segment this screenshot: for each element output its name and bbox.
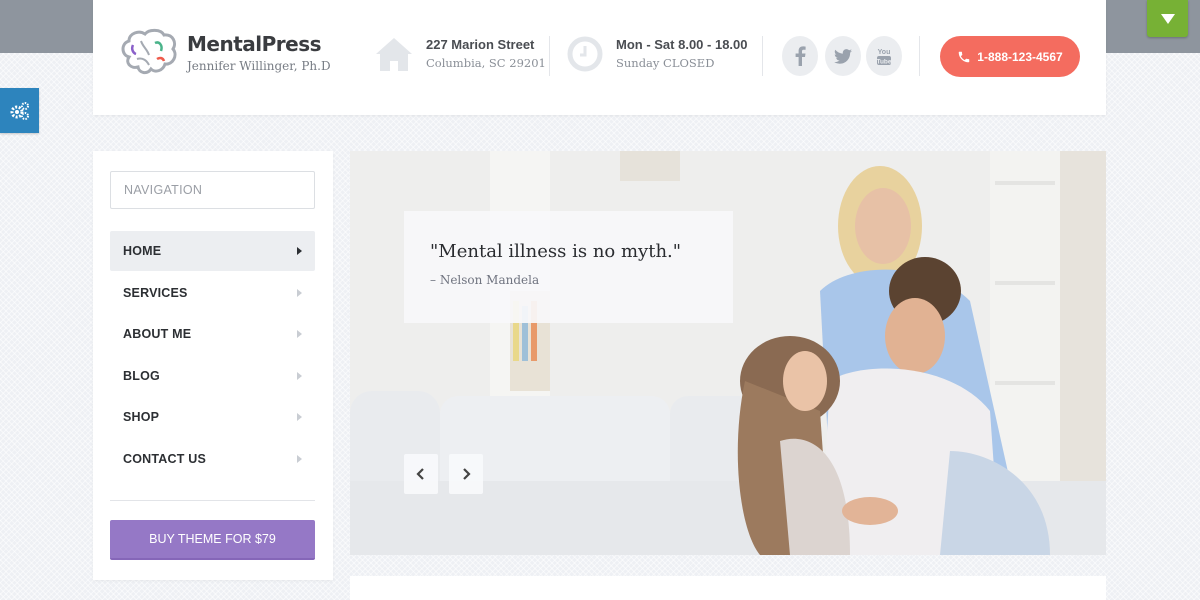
buy-theme-button[interactable]: BUY THEME FOR $79 (110, 520, 315, 560)
quote-caption: "Mental illness is no myth." – Nelson Ma… (404, 211, 733, 323)
youtube-icon: You Tube (876, 49, 891, 66)
nav-item-home[interactable]: HOME (110, 231, 315, 271)
logo-subtitle: Jennifer Willinger, Ph.D (187, 59, 331, 73)
facebook-icon (795, 46, 806, 66)
home-icon (376, 38, 412, 71)
caret-right-icon (297, 413, 302, 421)
style-switcher-button[interactable] (0, 88, 39, 133)
sidebar-divider (110, 500, 315, 501)
address-line1: 227 Marion Street (426, 37, 535, 52)
address-line2: Columbia, SC 29201 (426, 56, 546, 70)
quote-author: – Nelson Mandela (430, 273, 540, 287)
hours-block: Mon - Sat 8.00 - 18.00 Sunday CLOSED (567, 36, 748, 72)
nav-item-shop[interactable]: SHOP (110, 397, 315, 437)
nav-item-label: SERVICES (123, 285, 188, 300)
hours-line1: Mon - Sat 8.00 - 18.00 (616, 37, 748, 52)
quote-text: "Mental illness is no myth." (430, 241, 682, 262)
svg-text:You: You (878, 49, 891, 56)
triangle-down-icon (1160, 13, 1175, 24)
nav-item-label: ABOUT ME (123, 327, 192, 341)
caret-right-icon (297, 247, 302, 255)
slider-next-button[interactable] (449, 454, 483, 494)
twitter-button[interactable] (825, 36, 861, 76)
logo-name: MentalPress (187, 32, 322, 56)
clock-icon (567, 36, 603, 72)
twitter-icon (834, 48, 852, 64)
header-divider (549, 36, 550, 76)
header-divider (919, 36, 920, 76)
nav-item-label: HOME (123, 244, 162, 258)
chevron-left-icon (416, 468, 424, 480)
brain-logo-icon (121, 28, 177, 75)
content-card (350, 576, 1106, 600)
phone-icon (959, 51, 970, 62)
caret-right-icon (297, 330, 302, 338)
slider-prev-button[interactable] (404, 454, 438, 494)
navigation-select[interactable]: NAVIGATION (110, 171, 315, 209)
hours-line2: Sunday CLOSED (616, 56, 715, 70)
header-divider (762, 36, 763, 76)
phone-call-button[interactable]: 1-888-123-4567 (940, 36, 1080, 77)
caret-right-icon (297, 371, 302, 380)
chevron-right-icon (463, 468, 471, 480)
hero-slider: "Mental illness is no myth." – Nelson Ma… (350, 151, 1106, 555)
nav-item-about-me[interactable]: ABOUT ME (110, 314, 315, 354)
nav-item-contact-us[interactable]: CONTACT US (110, 439, 315, 479)
nav-item-blog[interactable]: BLOG (110, 356, 315, 396)
phone-number: 1-888-123-4567 (977, 49, 1063, 64)
nav-menu: HOME SERVICES ABOUT ME BLOG SHOP CONTACT… (110, 231, 315, 480)
nav-item-services[interactable]: SERVICES (110, 273, 315, 313)
logo[interactable]: MentalPress Jennifer Willinger, Ph.D (119, 27, 331, 79)
caret-right-icon (297, 454, 302, 463)
nav-item-label: BLOG (123, 368, 160, 383)
site-header: MentalPress Jennifer Willinger, Ph.D 227… (93, 0, 1106, 115)
address-block: 227 Marion Street Columbia, SC 29201 (375, 36, 546, 72)
svg-text:Tube: Tube (876, 59, 891, 66)
top-panel-toggle-button[interactable] (1147, 0, 1188, 37)
gears-icon (10, 101, 29, 120)
nav-item-label: SHOP (123, 410, 160, 424)
nav-item-label: CONTACT US (123, 451, 207, 466)
youtube-button[interactable]: You Tube (866, 36, 902, 76)
caret-right-icon (297, 288, 302, 297)
sidebar: NAVIGATION HOME SERVICES ABOUT ME BLOG S… (93, 151, 333, 580)
facebook-button[interactable] (782, 36, 818, 76)
